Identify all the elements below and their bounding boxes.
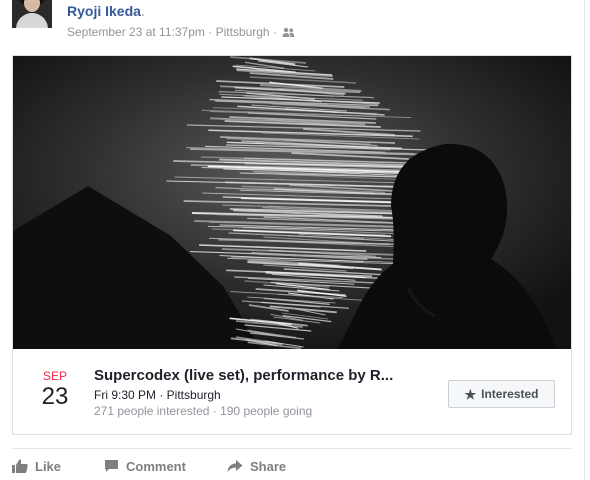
friends-icon[interactable] <box>282 27 295 42</box>
event-attachment[interactable]: SEP 23 Supercodex (live set), performanc… <box>12 55 572 435</box>
thumbs-up-icon <box>12 459 28 473</box>
comment-label: Comment <box>126 458 186 474</box>
like-label: Like <box>35 458 62 474</box>
event-details[interactable]: SEP 23 Supercodex (live set), performanc… <box>13 349 571 434</box>
author-suffix: . <box>140 3 145 19</box>
post-meta: September 23 at 11:37pm · Pittsburgh · <box>67 25 295 42</box>
event-cover-photo[interactable] <box>13 56 571 349</box>
avatar[interactable] <box>12 0 52 28</box>
comment-button[interactable]: Comment <box>104 455 186 477</box>
news-feed-post: Ryoji Ikeda. September 23 at 11:37pm · P… <box>0 0 590 480</box>
meta-separator: · <box>208 25 213 39</box>
share-arrow-icon <box>227 459 243 473</box>
star-icon: ★ <box>464 386 477 402</box>
share-button[interactable]: Share <box>227 455 286 477</box>
event-day: 23 <box>41 383 69 410</box>
event-month: SEP <box>42 369 67 383</box>
actions-divider <box>12 448 572 449</box>
interested-button[interactable]: ★ Interested <box>448 380 555 408</box>
event-stats[interactable]: 271 people interested · 190 people going <box>94 403 312 419</box>
column-divider <box>584 0 585 480</box>
post-timestamp[interactable]: September 23 at 11:37pm <box>67 25 205 39</box>
post-location[interactable]: Pittsburgh <box>216 25 270 39</box>
share-label: Share <box>250 458 287 474</box>
interested-label: Interested <box>481 387 539 401</box>
like-button[interactable]: Like <box>12 455 61 477</box>
meta-separator: · <box>272 25 277 39</box>
event-time-location: Fri 9:30 PM · Pittsburgh <box>94 388 221 402</box>
author-name[interactable]: Ryoji Ikeda <box>67 3 141 19</box>
comment-icon <box>104 459 119 473</box>
author-name-link[interactable]: Ryoji Ikeda. <box>67 2 145 20</box>
event-title[interactable]: Supercodex (live set), performance by R.… <box>94 366 434 385</box>
